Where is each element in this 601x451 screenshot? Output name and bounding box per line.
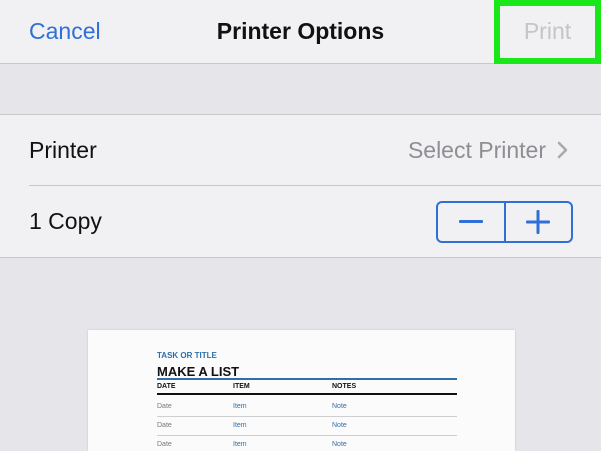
cell-note: Note <box>332 422 347 429</box>
document-task-label: TASK OR TITLE <box>157 351 217 360</box>
decrement-button[interactable] <box>438 203 506 241</box>
cell-date: Date <box>157 441 172 448</box>
copies-row: 1 Copy <box>0 186 601 257</box>
cell-date: Date <box>157 403 172 410</box>
minus-icon <box>458 220 483 223</box>
cancel-button[interactable]: Cancel <box>29 16 101 46</box>
print-button[interactable]: Print <box>500 16 595 46</box>
cell-item: Item <box>233 403 247 410</box>
header-rule <box>157 393 457 395</box>
column-header-date: DATE <box>157 383 176 390</box>
document-table-row: Date Item Note <box>157 417 457 436</box>
printer-label: Printer <box>29 137 97 163</box>
document-table-row: Date Item Note <box>157 398 457 417</box>
printer-value[interactable]: Select Printer <box>408 135 546 165</box>
navigation-bar: Cancel Printer Options Print <box>0 0 601 64</box>
cell-item: Item <box>233 422 247 429</box>
print-preview-page[interactable]: TASK OR TITLE MAKE A LIST DATE ITEM NOTE… <box>88 330 515 451</box>
document-table-header: DATE ITEM NOTES <box>157 383 457 393</box>
options-group: Printer Select Printer 1 Copy <box>0 114 601 258</box>
column-header-item: ITEM <box>233 383 250 390</box>
cell-item: Item <box>233 441 247 448</box>
document-title: MAKE A LIST <box>157 364 240 379</box>
plus-icon <box>526 210 551 234</box>
print-button-highlight: Print <box>494 0 601 64</box>
copies-label: 1 Copy <box>29 208 102 234</box>
title-rule <box>157 378 457 380</box>
document-table-row: Date Item Note <box>157 436 457 451</box>
chevron-right-icon <box>557 141 568 159</box>
printer-options-screen: Cancel Printer Options Print Printer Sel… <box>0 0 601 451</box>
cell-note: Note <box>332 441 347 448</box>
copies-stepper[interactable] <box>436 201 573 243</box>
cell-note: Note <box>332 403 347 410</box>
printer-row[interactable]: Printer Select Printer <box>0 115 601 186</box>
increment-button[interactable] <box>506 203 572 241</box>
cell-date: Date <box>157 422 172 429</box>
column-header-notes: NOTES <box>332 383 357 390</box>
